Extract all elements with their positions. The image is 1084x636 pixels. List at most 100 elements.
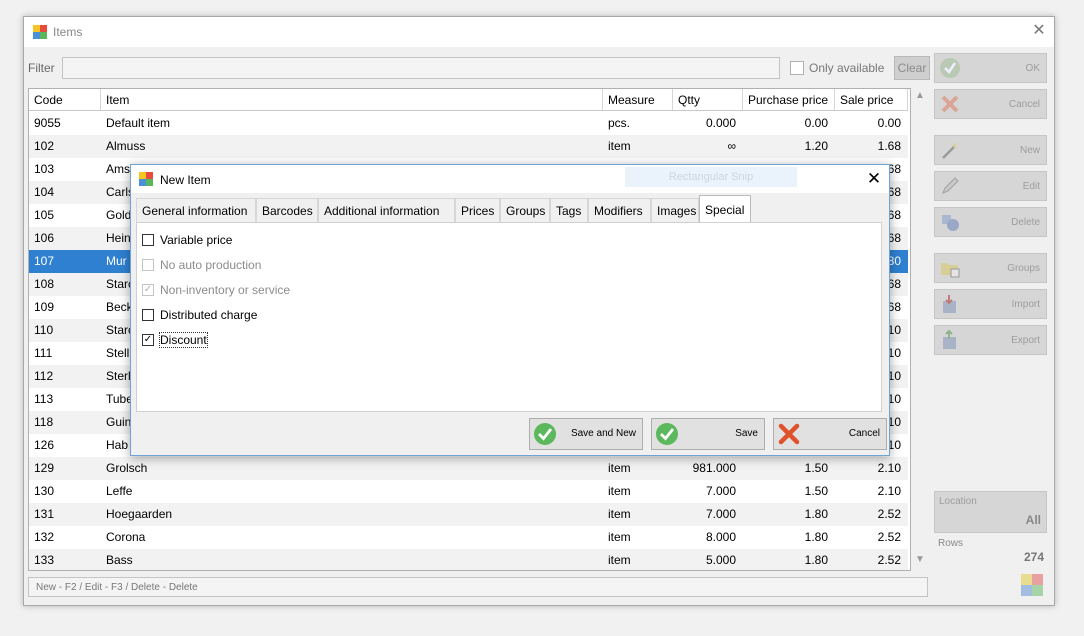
table-cell: 105	[34, 208, 55, 222]
column-header-item[interactable]: Item	[101, 89, 603, 111]
location-label: Location	[939, 496, 977, 507]
table-cell: 111	[34, 346, 53, 360]
edit-label: Edit	[1022, 181, 1040, 192]
cross-icon	[941, 95, 959, 113]
column-header-qtty[interactable]: Qtty	[673, 89, 743, 111]
filter-input[interactable]	[62, 57, 780, 79]
dialog-button-bar: Save and New Save Cancel	[131, 413, 889, 455]
tab-special[interactable]: Special	[699, 195, 751, 222]
clear-button[interactable]: Clear	[894, 56, 930, 80]
table-cell: item	[608, 553, 631, 567]
pencil-icon	[942, 177, 959, 194]
delete-button[interactable]: Delete	[934, 207, 1047, 237]
scroll-down-icon[interactable]: ▼	[912, 554, 928, 565]
dialog-cancel-label: Cancel	[848, 428, 880, 439]
variable-price-label: Variable price	[160, 233, 233, 247]
app-cube-icon	[33, 25, 47, 39]
ok-button[interactable]: OK	[934, 53, 1047, 83]
delete-label: Delete	[1011, 217, 1040, 228]
location-value: All	[1025, 513, 1041, 527]
table-row[interactable]: 9055 Default item pcs. 0.000 0.00 0.00	[29, 112, 908, 135]
table-cell: 0.00	[804, 116, 828, 130]
table-cell: 1.80	[804, 553, 828, 567]
table-row[interactable]: 129 Grolsch item 981.000 1.50 2.10	[29, 457, 908, 480]
distributed-charge-checkbox[interactable]	[142, 309, 154, 321]
table-row[interactable]: 102 Almuss item ∞ 1.20 1.68	[29, 135, 908, 158]
variable-price-option[interactable]: Variable price	[142, 233, 252, 249]
table-cell: 5.000	[705, 553, 736, 567]
cross-icon	[778, 423, 800, 445]
save-button[interactable]: Save	[651, 418, 765, 450]
distributed-charge-label: Distributed charge	[160, 308, 258, 322]
tab-prices[interactable]: Prices	[455, 198, 500, 222]
table-cell: item	[608, 139, 631, 153]
tab-groups[interactable]: Groups	[500, 198, 550, 222]
table-cell: 109	[34, 300, 55, 314]
no-auto-production-option: No auto production	[142, 258, 282, 274]
rows-label: Rows	[938, 538, 964, 549]
table-cell: item	[608, 461, 631, 475]
table-cell: 102	[34, 139, 55, 153]
table-cell: 133	[34, 553, 55, 567]
ghost-tooltip: Rectangular Snip	[625, 167, 797, 187]
dialog-close-icon[interactable]: ✕	[864, 169, 884, 189]
export-button[interactable]: Export	[934, 325, 1047, 355]
table-cell: 113	[34, 392, 54, 406]
cancel-button[interactable]: Cancel	[934, 89, 1047, 119]
app-cube-icon	[139, 172, 153, 186]
table-cell: 104	[34, 185, 55, 199]
title-bar: Items ✕	[24, 17, 1054, 47]
table-cell: 1.50	[804, 461, 828, 475]
discount-checkbox[interactable]: ✓	[142, 334, 154, 346]
location-selector[interactable]: Location All	[934, 491, 1047, 533]
scroll-up-icon[interactable]: ▲	[912, 90, 928, 101]
groups-button[interactable]: Groups	[934, 253, 1047, 283]
filter-label: Filter	[28, 61, 55, 75]
tab-general-information[interactable]: General information	[136, 198, 256, 222]
column-header-purchase-price[interactable]: Purchase price	[743, 89, 835, 111]
cube-icon	[1021, 574, 1043, 596]
column-header-code[interactable]: Code	[29, 89, 101, 111]
tab-images[interactable]: Images	[651, 198, 699, 222]
dialog-title: New Item	[160, 173, 211, 187]
table-cell: 9055	[34, 116, 61, 130]
edit-button[interactable]: Edit	[934, 171, 1047, 201]
save-and-new-button[interactable]: Save and New	[529, 418, 643, 450]
column-header-measure[interactable]: Measure	[603, 89, 673, 111]
tab-barcodes[interactable]: Barcodes	[256, 198, 318, 222]
table-cell: 981.000	[692, 461, 736, 475]
new-button[interactable]: New	[934, 135, 1047, 165]
import-button[interactable]: Import	[934, 289, 1047, 319]
new-label: New	[1019, 145, 1040, 156]
table-row[interactable]: 130 Leffe item 7.000 1.50 2.10	[29, 480, 908, 503]
discount-option[interactable]: ✓ Discount	[142, 332, 217, 349]
table-row[interactable]: 131 Hoegaarden item 7.000 1.80 2.52	[29, 503, 908, 526]
table-cell: 0.000	[705, 116, 736, 130]
table-row[interactable]: 133 Bass item 5.000 1.80 2.52	[29, 549, 908, 570]
table-cell: 2.52	[877, 530, 901, 544]
table-cell: 1.50	[804, 484, 828, 498]
close-icon[interactable]: ✕	[1030, 22, 1048, 40]
tab-additional-information[interactable]: Additional information	[318, 198, 455, 222]
only-available-checkbox[interactable]	[790, 61, 804, 75]
delete-icon	[942, 215, 959, 231]
table-cell: 1.68	[877, 139, 901, 153]
import-label: Import	[1011, 299, 1040, 310]
check-icon	[534, 423, 556, 445]
table-cell: 2.52	[877, 507, 901, 521]
variable-price-checkbox[interactable]	[142, 234, 154, 246]
table-cell: 7.000	[705, 484, 736, 498]
tab-tags[interactable]: Tags	[550, 198, 588, 222]
table-row[interactable]: 132 Corona item 8.000 1.80 2.52	[29, 526, 908, 549]
dialog-title-bar: New Item Rectangular Snip ✕	[131, 165, 889, 193]
column-header-sale-price[interactable]: Sale price	[835, 89, 908, 111]
distributed-charge-option[interactable]: Distributed charge	[142, 308, 272, 324]
table-cell: 129	[34, 461, 55, 475]
vertical-scrollbar[interactable]: ▲ ▼	[912, 88, 928, 569]
tab-modifiers[interactable]: Modifiers	[588, 198, 651, 222]
export-icon	[943, 329, 956, 349]
dialog-cancel-button[interactable]: Cancel	[773, 418, 887, 450]
table-cell: Corona	[106, 530, 146, 544]
check-icon	[656, 423, 678, 445]
table-cell: 8.000	[705, 530, 736, 544]
